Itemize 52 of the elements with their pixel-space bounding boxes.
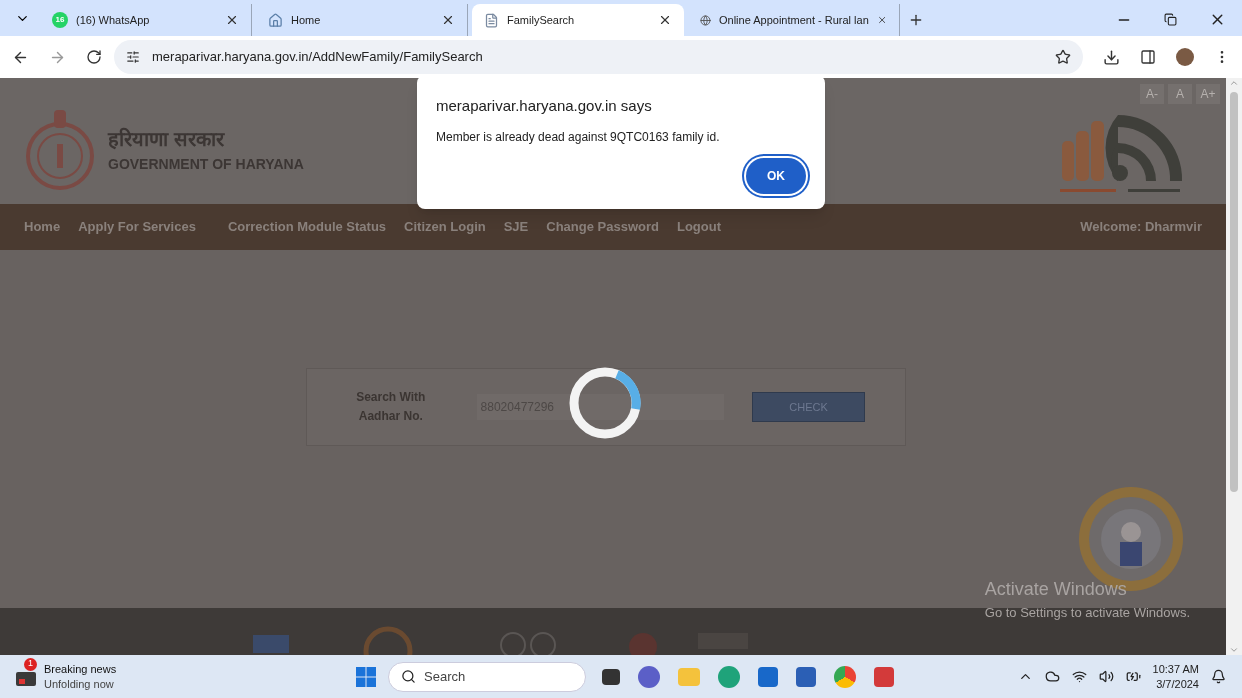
welcome-text: Welcome: Dharmvir — [1080, 218, 1202, 237]
news-icon[interactable] — [16, 671, 36, 686]
notification-badge: 1 — [24, 657, 37, 671]
font-size-button[interactable]: A — [1168, 84, 1192, 104]
tab-title: (16) WhatsApp — [76, 12, 151, 28]
new-tab-icon[interactable] — [908, 12, 924, 28]
download-icon[interactable] — [1103, 48, 1120, 66]
home-icon — [268, 12, 283, 28]
clock-time[interactable]: 10:37 AM — [1152, 661, 1199, 677]
wifi-icon[interactable] — [1071, 669, 1087, 684]
nav-link[interactable]: Citizen Login — [404, 217, 486, 237]
notification-icon[interactable] — [1211, 669, 1226, 684]
cloud-icon[interactable] — [1044, 669, 1060, 684]
reload-icon[interactable] — [86, 49, 102, 65]
document-icon — [484, 12, 499, 28]
clock-date[interactable]: 3/7/2024 — [1156, 676, 1199, 692]
tab-title: Online Appointment - Rural lan — [718, 12, 869, 28]
site-info-icon[interactable] — [126, 50, 140, 64]
close-icon[interactable] — [225, 13, 239, 27]
close-icon[interactable] — [658, 13, 672, 27]
news-title: Breaking news — [44, 661, 117, 677]
nav-link[interactable]: Change Password — [546, 217, 659, 237]
restore-icon[interactable] — [1164, 13, 1177, 26]
nav-link[interactable]: SJE — [503, 217, 529, 237]
activation-title: Activate Windows — [984, 577, 1128, 601]
tab-title: FamilySearch — [507, 12, 576, 28]
avatar-icon[interactable] — [1176, 48, 1194, 66]
nav-link[interactable]: Logout — [677, 217, 722, 237]
dialog-title: meraparivar.haryana.gov.in says — [436, 96, 653, 116]
news-subtitle: Unfolding now — [44, 676, 115, 692]
nav-link[interactable]: Apply For Services — [78, 217, 196, 237]
nav-link[interactable]: Home — [24, 217, 61, 237]
loading-spinner-icon — [568, 366, 642, 440]
volume-icon[interactable] — [1098, 669, 1114, 684]
close-icon[interactable] — [441, 13, 455, 27]
browser-tab[interactable]: FamilySearch — [472, 4, 684, 36]
chat-badge-icon: 16 — [52, 12, 68, 28]
dialog-message: Member is already dead against 9QTC0163 family id. — [436, 128, 721, 146]
bookmark-star-icon[interactable] — [1055, 49, 1071, 65]
activation-message: Go to Settings to activate Windows. — [984, 603, 1190, 622]
address-field[interactable]: meraparivar.haryana.gov.in/AddNewFamily/FamilySearch — [114, 40, 1083, 74]
globe-icon — [700, 12, 711, 28]
start-icon[interactable] — [356, 666, 376, 687]
battery-icon[interactable] — [1125, 669, 1141, 684]
taskbar-search-field[interactable]: Search — [388, 661, 586, 692]
search-icon — [401, 669, 416, 684]
font-size-button[interactable]: A- — [1140, 84, 1164, 104]
font-size-button[interactable]: A+ — [1196, 84, 1220, 104]
nav-link[interactable]: Correction Module Status — [227, 217, 387, 237]
side-panel-icon[interactable] — [1140, 49, 1156, 65]
url-text: meraparivar.haryana.gov.in/AddNewFamily/FamilySearch — [152, 48, 483, 67]
tab-title: Home — [291, 12, 322, 28]
